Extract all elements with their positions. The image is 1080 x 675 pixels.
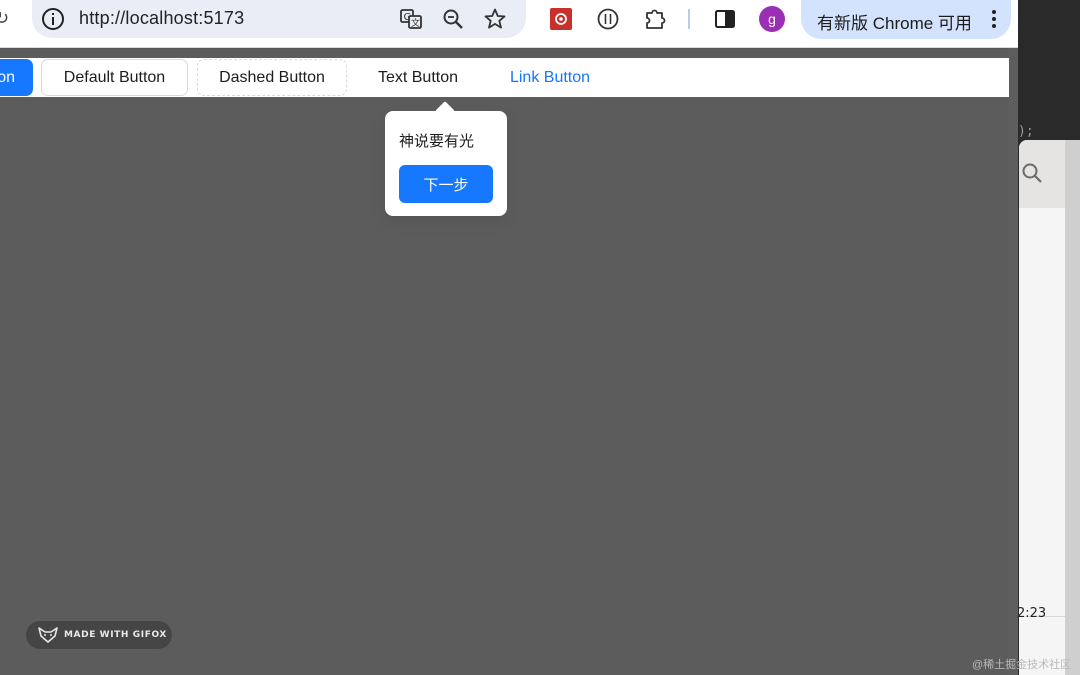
background-window-header xyxy=(1019,140,1065,208)
tour-next-button[interactable]: 下一步 xyxy=(399,165,493,203)
page-viewport xyxy=(0,49,1018,675)
profile-avatar[interactable]: g xyxy=(759,6,785,32)
background-strip xyxy=(1065,140,1080,675)
viewport-edge xyxy=(1008,48,1018,675)
browser-toolbar: ↻ http://localhost:5173 G文 g 有新版 Chrome … xyxy=(0,0,1018,48)
primary-button[interactable]: on xyxy=(0,59,33,96)
address-bar[interactable]: http://localhost:5173 G文 xyxy=(32,0,526,38)
gifox-label: MADE WITH GIFOX xyxy=(64,630,167,640)
default-button[interactable]: Default Button xyxy=(41,59,188,96)
more-menu-icon[interactable] xyxy=(991,8,997,30)
chrome-update-label: 有新版 Chrome 可用 xyxy=(817,14,972,33)
fox-logo-icon xyxy=(38,627,58,643)
translate-icon[interactable]: G文 xyxy=(398,6,424,32)
chrome-update-button[interactable]: 有新版 Chrome 可用 xyxy=(801,0,1011,39)
side-panel-icon[interactable] xyxy=(712,5,738,33)
zoom-icon[interactable] xyxy=(440,6,466,32)
extensions-puzzle-icon[interactable] xyxy=(642,5,668,33)
search-icon xyxy=(1022,163,1042,183)
dashed-button[interactable]: Dashed Button xyxy=(197,59,347,96)
text-button[interactable]: Text Button xyxy=(360,59,476,96)
url-text[interactable]: http://localhost:5173 xyxy=(79,8,244,29)
extension-circle-icon[interactable] xyxy=(595,5,621,33)
toolbar-separator xyxy=(688,9,690,29)
source-credit: @稀土掘金技术社区 xyxy=(972,659,1072,671)
link-button[interactable]: Link Button xyxy=(490,59,610,96)
background-window xyxy=(1019,140,1065,675)
reload-icon[interactable]: ↻ xyxy=(0,8,10,30)
tour-description: 神说要有光 xyxy=(399,133,475,150)
extension-red-icon[interactable] xyxy=(548,5,574,33)
svg-text:文: 文 xyxy=(411,17,420,29)
site-info-icon[interactable] xyxy=(42,8,64,30)
tour-spotlight: on Default Button Dashed Button Text But… xyxy=(0,58,1009,97)
background-code-fragment: ); xyxy=(1018,124,1034,139)
tour-popover: 神说要有光 下一步 xyxy=(385,101,507,216)
background-time: 2:23 xyxy=(1017,606,1047,621)
bookmark-star-icon[interactable] xyxy=(482,6,508,32)
gifox-watermark: MADE WITH GIFOX xyxy=(26,621,172,649)
